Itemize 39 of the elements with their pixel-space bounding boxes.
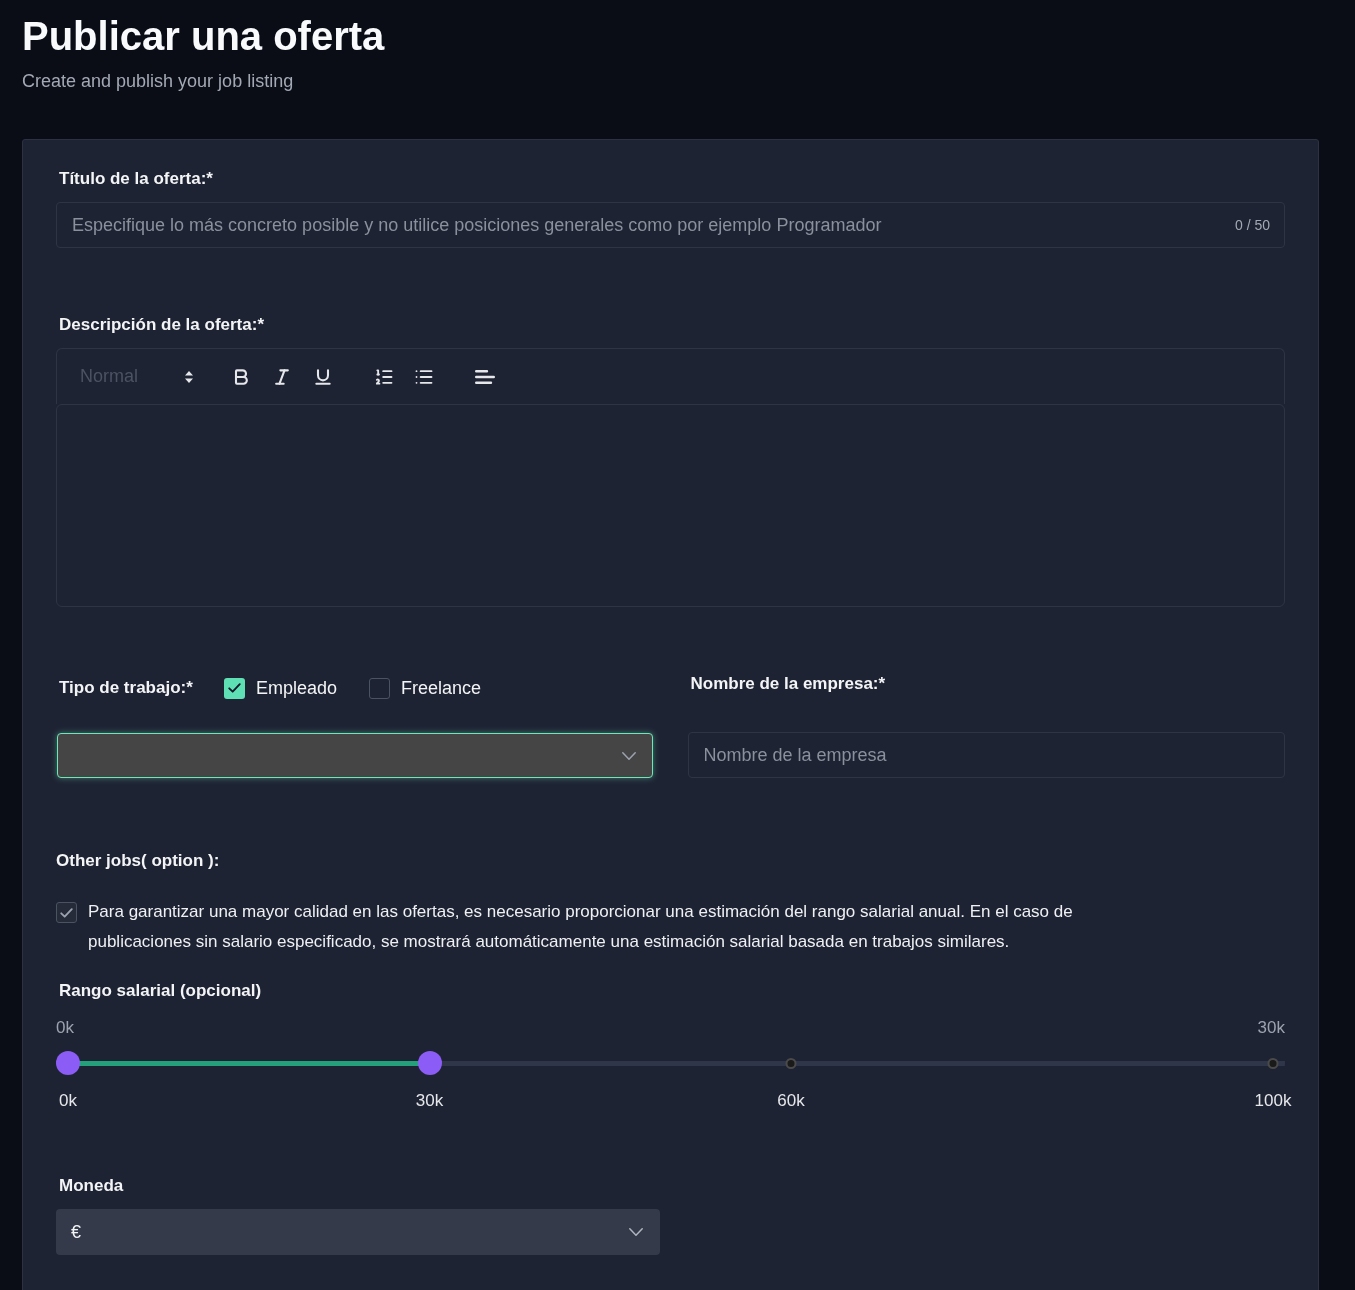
scale-label: 0k <box>59 1090 77 1112</box>
range-min-reading: 0k <box>56 1017 74 1039</box>
checkbox-label: Freelance <box>401 677 482 700</box>
range-max-reading: 30k <box>1257 1017 1285 1039</box>
field-label: Título de la oferta:* <box>58 168 214 190</box>
field-label: Moneda <box>58 1175 125 1197</box>
numbered-list-button[interactable] <box>374 366 394 387</box>
field-label: Tipo de trabajo:* <box>58 677 194 699</box>
scale-label: 30k <box>415 1090 444 1112</box>
checkbox[interactable] <box>369 677 391 699</box>
page-title: Publicar una oferta <box>22 13 386 60</box>
checkbox[interactable] <box>224 677 245 699</box>
scale-label: 100k <box>1254 1090 1292 1112</box>
align-left-icon <box>475 369 495 384</box>
chevron-down-icon <box>622 751 636 760</box>
chevron-down-icon <box>629 1228 643 1236</box>
character-counter: 0 / 50 <box>1234 216 1270 234</box>
italic-button[interactable] <box>272 366 292 387</box>
numbered-list-icon <box>374 366 394 387</box>
underline-icon <box>313 366 333 387</box>
company-name-input[interactable]: Nombre de la empresa <box>687 732 1285 778</box>
align-button[interactable] <box>475 369 495 384</box>
salary-notice-text: Para garantizar una mayor calidad en las ofertas, es necesario proporcionar una estimación del rango salarial anual. En el caso de publicaciones sin salario especificado, se mostrará automáticamente una estimación salarial basada en trabajos similares. <box>88 901 1074 953</box>
field-label: Descripción de la oferta:* <box>58 314 265 336</box>
up-down-caret-icon <box>185 370 193 383</box>
checkmark-icon <box>60 907 73 918</box>
field-label: Other jobs( option ): <box>56 850 221 872</box>
slider-handle[interactable] <box>56 1051 80 1075</box>
checkmark-icon <box>228 683 241 693</box>
page-subtitle: Create and publish your job listing <box>22 70 295 93</box>
checkbox-label: Empleado <box>256 677 338 700</box>
currency-select[interactable]: € <box>56 1209 660 1255</box>
scale-label: 60k <box>777 1090 805 1112</box>
job-type-select[interactable] <box>57 733 653 778</box>
field-label: Nombre de la empresa:* <box>689 673 887 695</box>
field-label: Rango salarial (opcional) <box>58 980 263 1002</box>
slider-handle[interactable] <box>417 1051 442 1075</box>
underline-button[interactable] <box>313 366 333 387</box>
italic-icon <box>272 366 292 387</box>
